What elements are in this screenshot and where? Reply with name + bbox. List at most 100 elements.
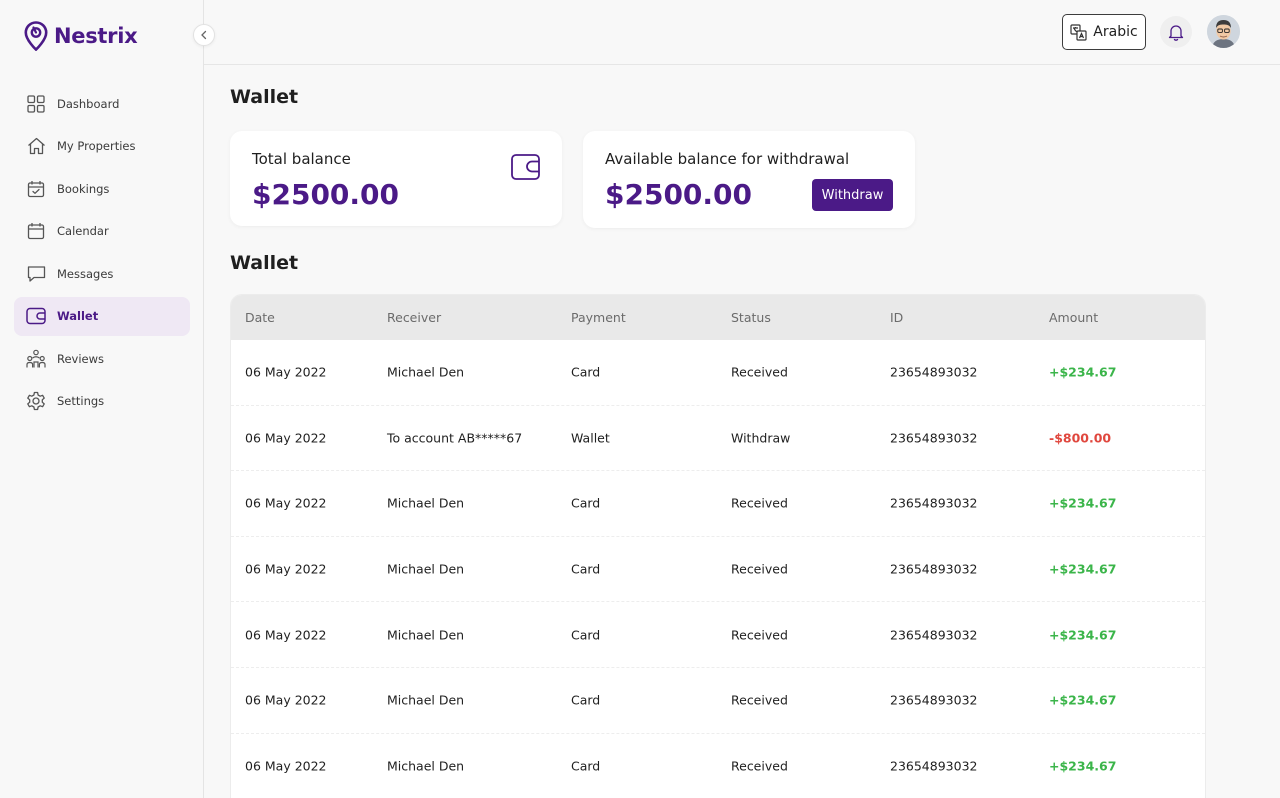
cell-status: Received — [731, 692, 788, 708]
cell-date: 06 May 2022 — [245, 561, 327, 577]
message-icon — [26, 264, 46, 284]
cell-status: Received — [731, 495, 788, 511]
language-label: Arabic — [1093, 24, 1138, 40]
cell-amount: +$234.67 — [1049, 364, 1117, 380]
sidebar-item-my-properties[interactable]: My Properties — [14, 127, 190, 166]
table-row[interactable]: 06 May 2022 Michael Den Card Received 236548… — [231, 668, 1205, 734]
calendar-icon — [26, 221, 46, 241]
column-header-receiver[interactable]: Receiver — [387, 310, 441, 325]
cell-amount: +$234.67 — [1049, 758, 1117, 774]
cell-receiver: Michael Den — [387, 627, 465, 643]
table-row[interactable]: 06 May 2022 Michael Den Card Received 236548… — [231, 734, 1205, 798]
bell-icon — [1168, 25, 1184, 41]
wallet-icon — [511, 154, 540, 180]
available-balance-label: Available balance for withdrawal — [605, 150, 850, 168]
sidebar-item-calendar[interactable]: Calendar — [14, 212, 190, 251]
cell-date: 06 May 2022 — [245, 495, 327, 511]
sidebar-collapse-button[interactable] — [193, 24, 215, 46]
cell-id: 23654893032 — [890, 430, 978, 446]
table-row[interactable]: 06 May 2022 Michael Den Card Received 236548… — [231, 340, 1205, 406]
cell-id: 23654893032 — [890, 495, 978, 511]
table-body: 06 May 2022 Michael Den Card Received 236548… — [231, 340, 1205, 798]
avatar[interactable] — [1207, 15, 1240, 48]
cell-status: Withdraw — [731, 430, 791, 446]
cell-date: 06 May 2022 — [245, 364, 327, 380]
cell-payment: Card — [571, 495, 601, 511]
cell-payment: Card — [571, 364, 601, 380]
table-row[interactable]: 06 May 2022 Michael Den Card Received 236548… — [231, 537, 1205, 603]
section-title: Wallet — [230, 252, 299, 274]
location-pin-icon — [24, 21, 48, 51]
notifications-button[interactable] — [1160, 16, 1192, 48]
brand-logo[interactable]: Nestrix — [24, 20, 138, 52]
cell-receiver: Michael Den — [387, 495, 465, 511]
sidebar-item-label: Bookings — [57, 181, 110, 196]
column-header-id[interactable]: ID — [890, 310, 903, 325]
sidebar-item-wallet[interactable]: Wallet — [14, 296, 190, 336]
cell-payment: Card — [571, 627, 601, 643]
cell-receiver: Michael Den — [387, 561, 465, 577]
cell-date: 06 May 2022 — [245, 692, 327, 708]
column-header-amount[interactable]: Amount — [1049, 310, 1098, 325]
sidebar-item-bookings[interactable]: Bookings — [14, 169, 190, 208]
calendar-check-icon — [26, 179, 46, 199]
cell-receiver: To account AB*****67 — [387, 430, 523, 446]
cell-payment: Wallet — [571, 430, 610, 446]
cell-receiver: Michael Den — [387, 758, 465, 774]
cell-id: 23654893032 — [890, 364, 978, 380]
transactions-table: Date Receiver Payment Status ID Amount 0… — [230, 294, 1206, 798]
home-icon — [26, 136, 46, 156]
cell-status: Received — [731, 561, 788, 577]
cell-date: 06 May 2022 — [245, 430, 327, 446]
cell-payment: Card — [571, 758, 601, 774]
translate-icon — [1070, 23, 1087, 41]
table-row[interactable]: 06 May 2022 To account AB*****67 Wallet Wit… — [231, 406, 1205, 472]
sidebar-item-messages[interactable]: Messages — [14, 254, 190, 293]
gear-icon — [26, 391, 46, 411]
table-header: Date Receiver Payment Status ID Amount — [231, 295, 1205, 340]
cell-amount: +$234.67 — [1049, 495, 1117, 511]
column-header-date[interactable]: Date — [245, 310, 275, 325]
cell-receiver: Michael Den — [387, 692, 465, 708]
withdraw-button[interactable]: Withdraw — [812, 179, 893, 211]
cell-amount: -$800.00 — [1049, 430, 1112, 446]
sidebar-item-settings[interactable]: Settings — [14, 382, 190, 421]
top-bar: Arabic — [204, 0, 1280, 65]
sidebar-item-label: Wallet — [57, 309, 99, 323]
sidebar-item-label: Dashboard — [57, 96, 120, 111]
cell-status: Received — [731, 627, 788, 643]
cell-amount: +$234.67 — [1049, 627, 1117, 643]
cell-payment: Card — [571, 692, 601, 708]
reviews-icon — [26, 349, 46, 369]
cell-payment: Card — [571, 561, 601, 577]
wallet-icon — [26, 306, 46, 326]
page-title: Wallet — [230, 86, 299, 108]
cell-amount: +$234.67 — [1049, 561, 1117, 577]
sidebar-item-label: Reviews — [57, 351, 105, 366]
available-balance-card: Available balance for withdrawal $2500.0… — [583, 131, 915, 228]
total-balance-label: Total balance — [252, 150, 351, 168]
sidebar-item-label: Calendar — [57, 224, 109, 238]
sidebar-item-label: Messages — [57, 266, 114, 281]
language-button[interactable]: Arabic — [1062, 14, 1146, 50]
sidebar-item-dashboard[interactable]: Dashboard — [14, 84, 190, 123]
table-row[interactable]: 06 May 2022 Michael Den Card Received 236548… — [231, 471, 1205, 537]
cell-date: 06 May 2022 — [245, 758, 327, 774]
cell-id: 23654893032 — [890, 692, 978, 708]
brand-name: Nestrix — [54, 24, 138, 48]
sidebar-item-reviews[interactable]: Reviews — [14, 339, 190, 378]
chevron-left-icon — [201, 30, 207, 40]
cell-status: Received — [731, 758, 788, 774]
table-row[interactable]: 06 May 2022 Michael Den Card Received 236548… — [231, 602, 1205, 668]
cell-status: Received — [731, 364, 788, 380]
cell-id: 23654893032 — [890, 561, 978, 577]
column-header-payment[interactable]: Payment — [571, 310, 626, 325]
user-avatar-icon — [1207, 15, 1240, 48]
column-header-status[interactable]: Status — [731, 310, 771, 325]
grid-icon — [26, 94, 46, 114]
cell-date: 06 May 2022 — [245, 627, 327, 643]
cell-receiver: Michael Den — [387, 364, 465, 380]
sidebar: Nestrix Dashboard My Properties Bookings… — [0, 0, 204, 798]
available-balance-amount: $2500.00 — [605, 178, 753, 211]
cell-amount: +$234.67 — [1049, 692, 1117, 708]
